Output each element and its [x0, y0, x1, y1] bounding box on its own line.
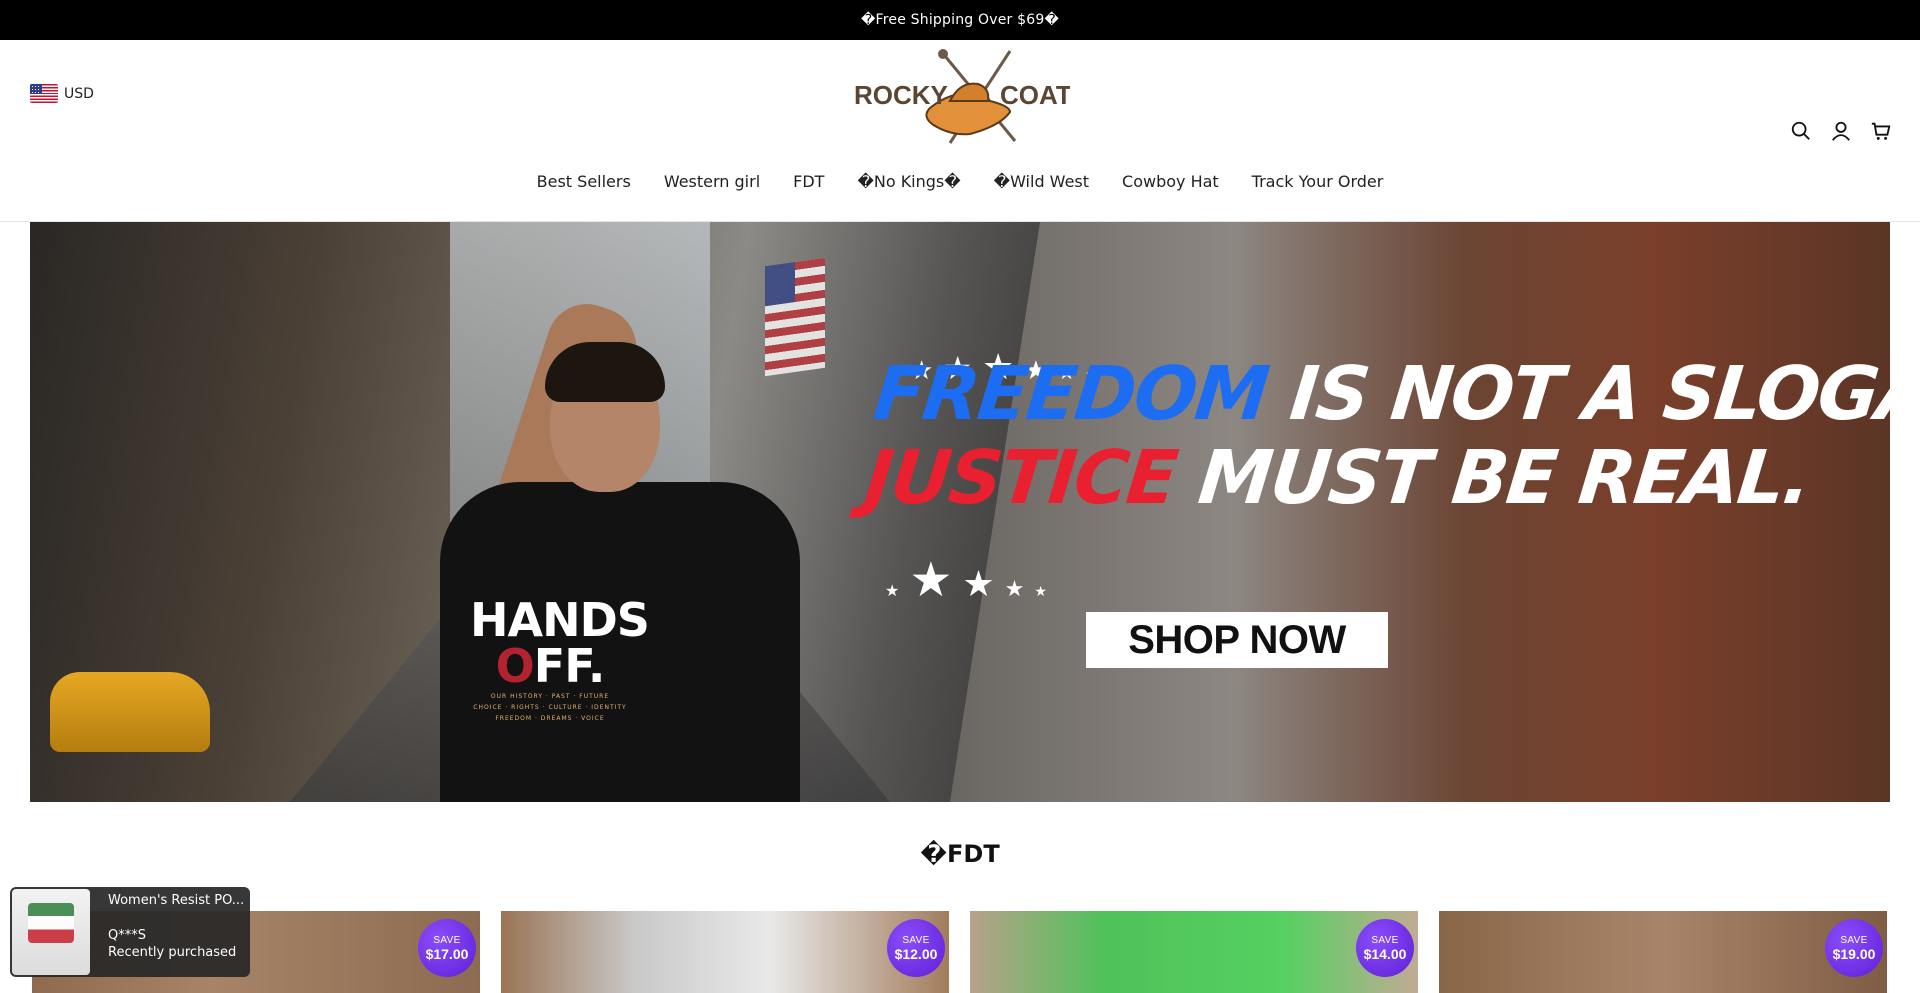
nav-item-cowboy-hat[interactable]: Cowboy Hat — [1122, 172, 1219, 191]
tee-print-small2: CHOICE · RIGHTS · CULTURE · IDENTITY — [473, 704, 627, 711]
nav-item-fdt[interactable]: FDT — [793, 172, 824, 191]
headline-line2: JUSTICE MUST BE REAL. — [861, 435, 1814, 521]
purchase-product-title: Women's Resist PO... — [108, 893, 245, 908]
product-card[interactable]: SAVE $14.00 — [970, 911, 1418, 993]
save-badge: SAVE $12.00 — [887, 919, 945, 977]
nav-item-no-kings[interactable]: �No Kings� — [857, 172, 960, 191]
tee-print-line2: OFF. — [495, 639, 606, 693]
announcement-text: �Free Shipping Over $69� — [860, 12, 1060, 28]
product-card[interactable]: SAVE $12.00 — [501, 911, 949, 993]
purchase-product-thumbnail — [12, 889, 90, 975]
site-header: USD ROCKY COAT — [0, 40, 1920, 150]
nav-item-track-order[interactable]: Track Your Order — [1252, 172, 1384, 191]
logo-graphic: ROCKY COAT — [854, 49, 1072, 144]
product-image[interactable] — [501, 911, 949, 993]
nav-item-wild-west[interactable]: �Wild West — [994, 172, 1089, 191]
section-title-fdt: �FDT — [920, 840, 1000, 868]
user-icon[interactable] — [1830, 120, 1852, 142]
product-image[interactable] — [1439, 911, 1887, 993]
save-badge: SAVE $14.00 — [1356, 919, 1414, 977]
announcement-bar: �Free Shipping Over $69� — [0, 0, 1920, 40]
save-badge: SAVE $17.00 — [418, 919, 476, 977]
tee-print-graphic: HANDS OFF. OUR HISTORY · PAST · FUTURE C… — [470, 593, 650, 722]
header-icons — [1790, 120, 1892, 142]
logo-text-left: ROCKY — [854, 80, 948, 110]
headline-line1: FREEDOM IS NOT A SLOGAN — [869, 351, 1890, 437]
product-image[interactable] — [970, 911, 1418, 993]
recent-purchase-popup[interactable]: Women's Resist PO... Q***S Recently purc… — [10, 887, 250, 977]
nav-item-best-sellers[interactable]: Best Sellers — [537, 172, 631, 191]
search-icon[interactable] — [1790, 120, 1812, 142]
purchase-status: Recently purchased — [108, 945, 237, 960]
currency-label: USD — [64, 85, 94, 102]
site-logo[interactable]: ROCKY COAT — [850, 46, 1072, 146]
main-nav: Best Sellers Western girl FDT �No Kings�… — [0, 172, 1920, 191]
tee-print-small3: FREEDOM · DREAMS · VOICE — [495, 715, 605, 722]
save-badge: SAVE $19.00 — [1825, 919, 1883, 977]
product-grid: SAVE $17.00 SAVE $12.00 SAVE $14.00 SAVE… — [32, 911, 1887, 993]
hero-headline: FREEDOM IS NOT A SLOGAN JUSTICE MUST BE … — [861, 351, 1890, 521]
stars-bottom-decoration: ★ ★ ★ ★ ★ — [885, 552, 1047, 608]
currency-selector[interactable]: USD — [30, 84, 94, 103]
model-image — [400, 292, 820, 802]
shop-now-button[interactable]: SHOP NOW — [1086, 612, 1388, 668]
product-card[interactable]: SAVE $19.00 — [1439, 911, 1887, 993]
tee-print-line1: HANDS — [470, 593, 650, 647]
logo-text-right: COAT — [1000, 80, 1070, 110]
us-flag-icon — [30, 84, 58, 103]
purchase-buyer: Q***S — [108, 928, 146, 943]
cart-icon[interactable] — [1870, 120, 1892, 142]
nav-item-western-girl[interactable]: Western girl — [664, 172, 760, 191]
tee-print-small1: OUR HISTORY · PAST · FUTURE — [490, 693, 610, 700]
hero-banner[interactable]: HANDS OFF. OUR HISTORY · PAST · FUTURE C… — [30, 222, 1890, 802]
taxi-image — [50, 672, 210, 752]
